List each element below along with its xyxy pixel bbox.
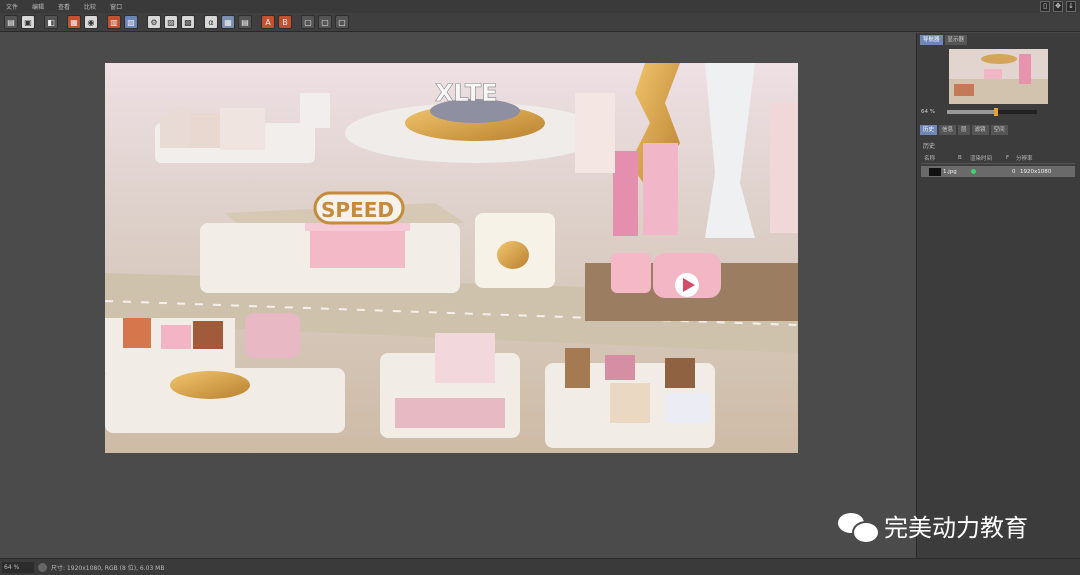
window-controls: ▯ ✥ ↓ [1040,1,1076,12]
lock-icon[interactable]: ▢ [301,15,315,29]
menu-view[interactable]: 查看 [58,2,70,11]
speed-sign-text: SPEED [321,198,394,222]
menu-file[interactable]: 文件 [6,2,18,11]
history-tabs: 历史 信息 层 滤镜 空间 [920,125,1010,135]
tab-display[interactable]: 显示器 [944,35,968,45]
status-dot-icon [971,169,976,174]
history-row[interactable]: 1.jpg 0 1920x1080 [921,166,1075,177]
blue-image-icon[interactable]: ▨ [164,15,178,29]
zoom-button-icon[interactable] [38,562,47,572]
menu-edit[interactable]: 编辑 [32,2,44,11]
menu-bar: 文件 编辑 查看 比较 窗口 ▯ ✥ ↓ [0,0,1080,13]
compare-icon[interactable]: ◧ [44,15,58,29]
col-b: B [958,155,962,161]
status-info: 尺寸: 1920x1080, RGB (8 位), 6.03 MB [51,564,165,572]
menu-compare[interactable]: 比较 [84,2,96,11]
copy-icon[interactable]: ▧ [124,15,138,29]
watermark: 完美动力教育 [838,508,1028,544]
download-icon[interactable]: ↓ [1066,1,1076,12]
fit-icon[interactable]: ▢ [335,15,349,29]
alpha-icon[interactable]: α [204,15,218,29]
move-icon[interactable]: ✥ [1053,1,1063,12]
layers-icon[interactable]: ▥ [107,15,121,29]
mask-icon[interactable]: ◉ [84,15,98,29]
split-icon[interactable]: A [261,15,275,29]
history-name: 1.jpg [943,168,957,175]
tab-info[interactable]: 信息 [939,125,957,135]
zoom-row: 64 % [921,108,1077,116]
toolbar: ▤ ▣ ◧ ▦ ◉ ▥ ▧ ⚙ ▨ ▩ α ▦ ▤ A B ▢ ▢ ▢ [0,13,1080,32]
layout-icon[interactable]: ▯ [1040,1,1050,12]
settings-icon[interactable]: ⚙ [147,15,161,29]
save-icon[interactable]: ▣ [21,15,35,29]
tab-navigator[interactable]: 导航器 [920,35,943,45]
xlte-logo-text: XLTE [435,79,498,107]
zoom-value: 64 % [921,109,935,115]
channel-icon[interactable]: B [278,15,292,29]
wechat-icon [838,511,880,544]
navigator-tabs: 导航器 显示器 [920,35,1080,45]
navigator-thumbnail[interactable] [949,49,1048,104]
tab-history[interactable]: 历史 [920,125,938,135]
col-f: F [1006,155,1010,161]
col-name: 名称 [924,156,936,162]
col-resolution: 分辨率 [1016,156,1033,162]
ab-compare-icon[interactable]: ▤ [238,15,252,29]
history-title: 历史 [923,143,936,150]
history-header: 名称 B 渲染时间 F 分辨率 [921,153,1075,164]
menu-window[interactable]: 窗口 [110,2,122,11]
status-bar: 64 % 尺寸: 1920x1080, RGB (8 位), 6.03 MB [0,558,1080,575]
history-frame: 0 [1012,168,1016,175]
render-image: XLTE SPEED [105,63,798,453]
tab-layers[interactable]: 层 [958,125,970,135]
open-folder-icon[interactable]: ▤ [4,15,18,29]
right-panel: 导航器 显示器 64 % 历史 信息 层 滤镜 空间 历史 名称 B 渲染时间 … [916,33,1080,558]
tab-filter[interactable]: 滤镜 [971,125,989,135]
status-zoom[interactable]: 64 % [2,561,34,573]
zoom-slider-handle[interactable] [994,108,999,116]
watermark-text: 完美动力教育 [884,514,1028,542]
red-image-icon[interactable]: ▦ [67,15,81,29]
history-resolution: 1920x1080 [1020,168,1052,175]
ab-icon[interactable]: ▦ [221,15,235,29]
history-thumb [929,167,941,176]
grid-icon[interactable]: ▩ [181,15,195,29]
zoom-slider[interactable] [946,108,1037,116]
frame-icon[interactable]: ▢ [318,15,332,29]
col-render-time: 渲染时间 [970,156,993,162]
tab-space[interactable]: 空间 [990,125,1008,135]
